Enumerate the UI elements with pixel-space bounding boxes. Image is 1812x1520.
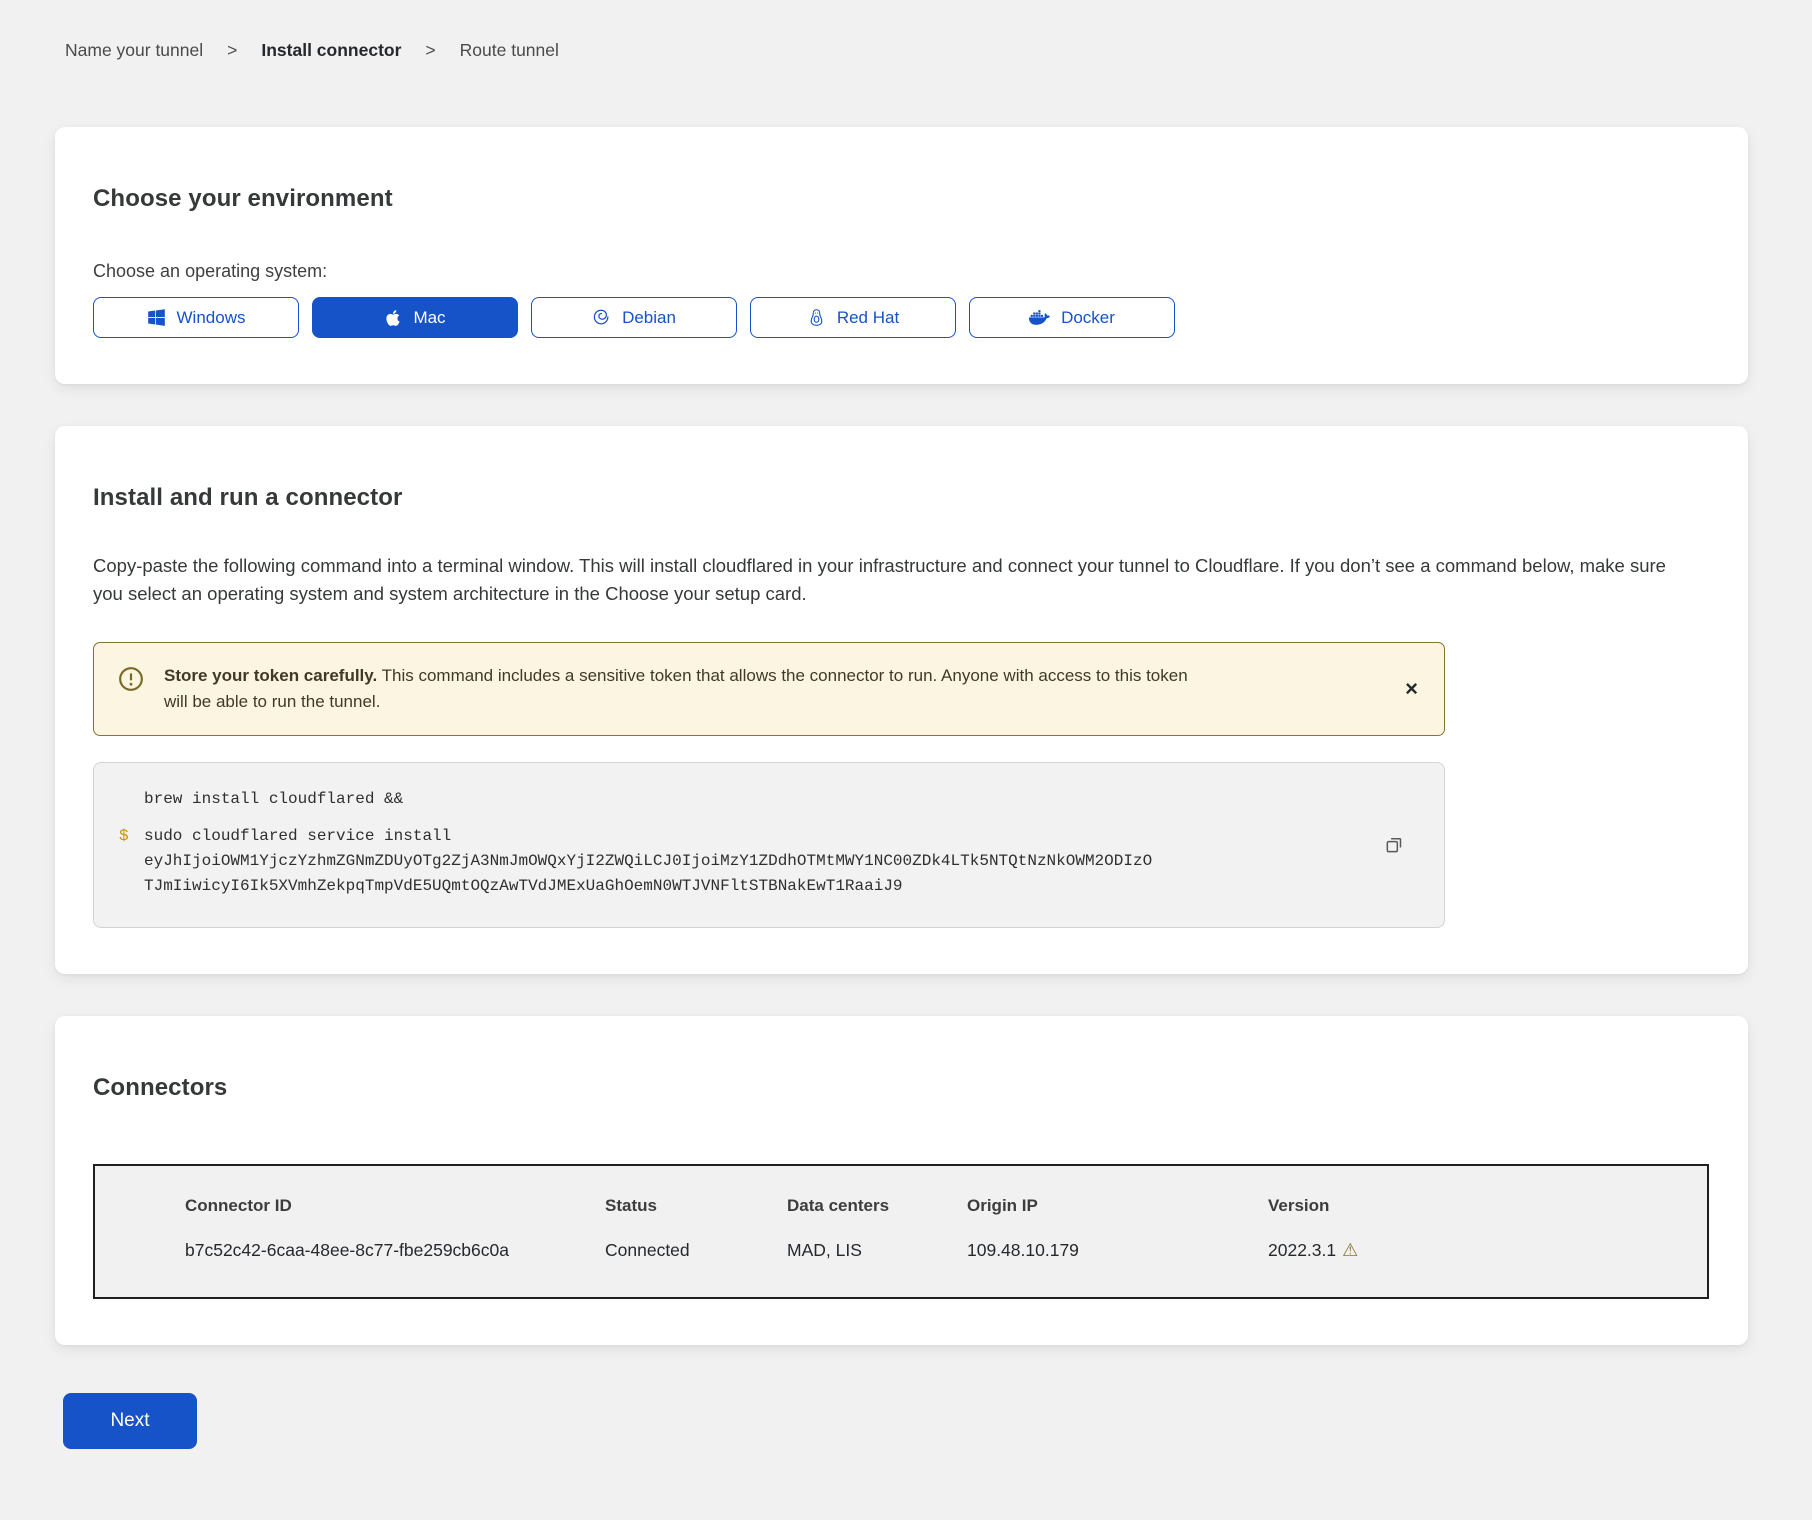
shell-prompt: $ bbox=[119, 824, 144, 899]
token-line: eyJhIjoiOWM1YjczYzhmZGNmZDUyOTg2ZjA3NmJm… bbox=[144, 849, 1152, 874]
connectors-card-title: Connectors bbox=[93, 1074, 1710, 1102]
install-command: sudo cloudflared service install eyJhIjo… bbox=[144, 824, 1152, 899]
install-card-title: Install and run a connector bbox=[93, 484, 1710, 512]
choose-environment-card: Choose your environment Choose an operat… bbox=[55, 127, 1748, 384]
breadcrumb-separator: > bbox=[425, 40, 435, 61]
code-gutter bbox=[119, 787, 144, 812]
command-code-block: brew install cloudflared && $ sudo cloud… bbox=[93, 762, 1445, 928]
windows-logo-icon bbox=[147, 308, 166, 327]
sudo-command: sudo cloudflared service install bbox=[144, 827, 451, 845]
data-centers-cell: MAD, LIS bbox=[787, 1216, 967, 1298]
apple-logo-icon bbox=[384, 309, 402, 327]
breadcrumb-separator: > bbox=[227, 40, 237, 61]
connector-id-cell: b7c52c42-6caa-48ee-8c77-fbe259cb6c0a bbox=[94, 1216, 605, 1298]
os-button-mac[interactable]: Mac bbox=[312, 297, 518, 338]
origin-ip-cell: 109.48.10.179 bbox=[967, 1216, 1268, 1298]
code-line-install: $ sudo cloudflared service install eyJhI… bbox=[119, 824, 1354, 899]
breadcrumb-item-name-your-tunnel[interactable]: Name your tunnel bbox=[65, 40, 203, 61]
install-connector-card: Install and run a connector Copy-paste t… bbox=[55, 426, 1748, 974]
debian-swirl-icon bbox=[592, 308, 611, 327]
environment-card-title: Choose your environment bbox=[93, 185, 1710, 213]
os-button-label: Red Hat bbox=[837, 308, 899, 328]
os-button-docker[interactable]: Docker bbox=[969, 297, 1175, 338]
os-button-debian[interactable]: Debian bbox=[531, 297, 737, 338]
os-select-label: Choose an operating system: bbox=[93, 261, 1710, 282]
connectors-table: Connector ID Status Data centers Origin … bbox=[93, 1164, 1709, 1299]
connectors-card: Connectors Connector ID Status Data cent… bbox=[55, 1016, 1748, 1345]
connectors-table-header-row: Connector ID Status Data centers Origin … bbox=[94, 1165, 1708, 1216]
breadcrumb-item-install-connector[interactable]: Install connector bbox=[261, 40, 401, 61]
breadcrumb-item-route-tunnel[interactable]: Route tunnel bbox=[460, 40, 559, 61]
version-cell: 2022.3.1 ⚠ bbox=[1268, 1216, 1708, 1298]
next-button[interactable]: Next bbox=[63, 1393, 197, 1449]
os-button-label: Mac bbox=[413, 308, 445, 328]
linux-penguin-icon bbox=[807, 308, 826, 327]
os-button-windows[interactable]: Windows bbox=[93, 297, 299, 338]
version-value: 2022.3.1 bbox=[1268, 1240, 1336, 1260]
install-description: Copy-paste the following command into a … bbox=[93, 552, 1693, 608]
token-warning-banner: Store your token carefully. This command… bbox=[93, 642, 1445, 737]
header-data-centers: Data centers bbox=[787, 1165, 967, 1216]
table-row: b7c52c42-6caa-48ee-8c77-fbe259cb6c0a Con… bbox=[94, 1216, 1708, 1298]
os-button-red-hat[interactable]: Red Hat bbox=[750, 297, 956, 338]
copy-icon[interactable] bbox=[1382, 833, 1406, 857]
warning-title: Store your token carefully. bbox=[164, 666, 377, 685]
breadcrumb: Name your tunnel > Install connector > R… bbox=[65, 40, 1812, 61]
header-status: Status bbox=[605, 1165, 787, 1216]
warning-message: Store your token carefully. This command… bbox=[164, 663, 1189, 716]
os-button-group: Windows Mac Debian Red Hat Docker bbox=[93, 297, 1710, 338]
header-origin-ip: Origin IP bbox=[967, 1165, 1268, 1216]
brew-command: brew install cloudflared && bbox=[144, 787, 403, 812]
code-line-brew: brew install cloudflared && bbox=[119, 787, 1354, 812]
status-cell: Connected bbox=[605, 1216, 787, 1298]
token-line: TJmIiwicyI6Ik5XVmhZekpqTmpVdE5UQmtOQzAwT… bbox=[144, 874, 1152, 899]
os-button-label: Windows bbox=[177, 308, 246, 328]
header-version: Version bbox=[1268, 1165, 1708, 1216]
os-button-label: Docker bbox=[1061, 308, 1115, 328]
docker-whale-icon bbox=[1029, 307, 1050, 328]
warning-triangle-icon: ⚠ bbox=[1342, 1240, 1358, 1260]
close-icon[interactable]: × bbox=[1405, 678, 1418, 700]
os-button-label: Debian bbox=[622, 308, 676, 328]
alert-circle-icon bbox=[118, 666, 144, 692]
header-connector-id: Connector ID bbox=[94, 1165, 605, 1216]
